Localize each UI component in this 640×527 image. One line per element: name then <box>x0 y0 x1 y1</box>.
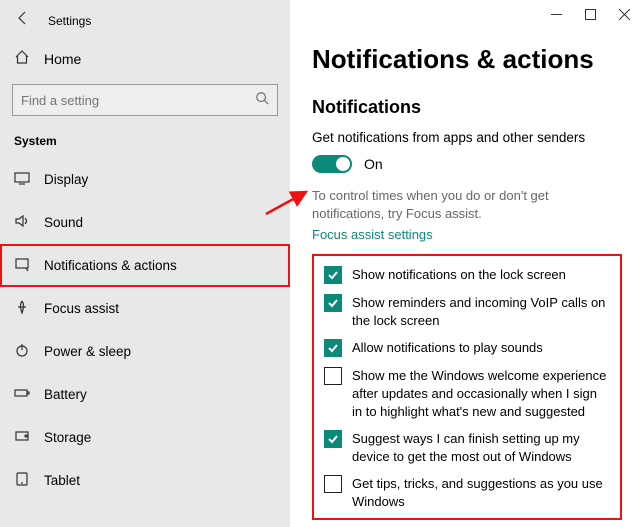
nav-label: Sound <box>44 215 83 230</box>
sidebar-item-tablet[interactable]: Tablet <box>0 459 290 502</box>
search-input[interactable] <box>21 93 255 108</box>
notifications-icon <box>14 256 30 275</box>
focus-assist-icon <box>14 299 30 318</box>
search-icon <box>255 91 269 110</box>
page-title: Notifications & actions <box>312 44 622 75</box>
section-subhead: Notifications <box>312 97 622 118</box>
toggle-state: On <box>364 156 383 172</box>
check-welcome: Show me the Windows welcome experience a… <box>324 367 610 420</box>
sidebar-item-sound[interactable]: Sound <box>0 201 290 244</box>
check-setup: Suggest ways I can finish setting up my … <box>324 430 610 465</box>
search-box[interactable] <box>12 84 278 116</box>
check-label: Show reminders and incoming VoIP calls o… <box>352 294 610 329</box>
nav-label: Power & sleep <box>44 344 131 359</box>
titlebar: Settings <box>0 0 290 39</box>
nav-label: Tablet <box>44 473 80 488</box>
sidebar-item-display[interactable]: Display <box>0 158 290 201</box>
checkbox[interactable] <box>324 339 342 357</box>
notifications-toggle[interactable] <box>312 155 352 173</box>
sidebar-item-power-sleep[interactable]: Power & sleep <box>0 330 290 373</box>
display-icon <box>14 170 30 189</box>
minimize-button[interactable] <box>550 8 562 20</box>
check-sounds: Allow notifications to play sounds <box>324 339 610 357</box>
sidebar-item-notifications[interactable]: Notifications & actions <box>0 244 290 287</box>
check-voip: Show reminders and incoming VoIP calls o… <box>324 294 610 329</box>
checkbox[interactable] <box>324 367 342 385</box>
nav-label: Focus assist <box>44 301 119 316</box>
checkbox[interactable] <box>324 294 342 312</box>
checkbox[interactable] <box>324 266 342 284</box>
check-label: Show me the Windows welcome experience a… <box>352 367 610 420</box>
check-label: Show notifications on the lock screen <box>352 266 566 284</box>
section-desc: Get notifications from apps and other se… <box>312 130 622 145</box>
check-lock-screen: Show notifications on the lock screen <box>324 266 610 284</box>
search-wrap <box>0 78 290 126</box>
check-label: Allow notifications to play sounds <box>352 339 543 357</box>
focus-assist-link[interactable]: Focus assist settings <box>312 227 622 242</box>
maximize-button[interactable] <box>584 8 596 20</box>
sidebar-item-storage[interactable]: Storage <box>0 416 290 459</box>
storage-icon <box>14 428 30 447</box>
check-label: Get tips, tricks, and suggestions as you… <box>352 475 610 510</box>
battery-icon <box>14 385 30 404</box>
nav-label: Notifications & actions <box>44 258 177 273</box>
notifications-toggle-row: On <box>312 155 622 173</box>
home-label: Home <box>44 51 81 67</box>
home-icon <box>14 49 30 68</box>
check-tips: Get tips, tricks, and suggestions as you… <box>324 475 610 510</box>
notification-options: Show notifications on the lock screen Sh… <box>312 254 622 520</box>
section-label: System <box>0 126 290 158</box>
app-title: Settings <box>48 14 91 28</box>
sidebar-item-battery[interactable]: Battery <box>0 373 290 416</box>
checkbox[interactable] <box>324 475 342 493</box>
sidebar: Settings Home System Display Sound Notif… <box>0 0 290 527</box>
nav-label: Battery <box>44 387 87 402</box>
back-icon[interactable] <box>14 10 30 31</box>
tablet-icon <box>14 471 30 490</box>
help-text: To control times when you do or don't ge… <box>312 187 622 223</box>
nav-label: Display <box>44 172 88 187</box>
window-controls <box>550 8 630 20</box>
close-button[interactable] <box>618 8 630 20</box>
check-label: Suggest ways I can finish setting up my … <box>352 430 610 465</box>
sound-icon <box>14 213 30 232</box>
main-content: Notifications & actions Notifications Ge… <box>290 0 640 527</box>
sidebar-item-focus-assist[interactable]: Focus assist <box>0 287 290 330</box>
checkbox[interactable] <box>324 430 342 448</box>
nav-label: Storage <box>44 430 91 445</box>
sidebar-home[interactable]: Home <box>0 39 290 78</box>
power-icon <box>14 342 30 361</box>
